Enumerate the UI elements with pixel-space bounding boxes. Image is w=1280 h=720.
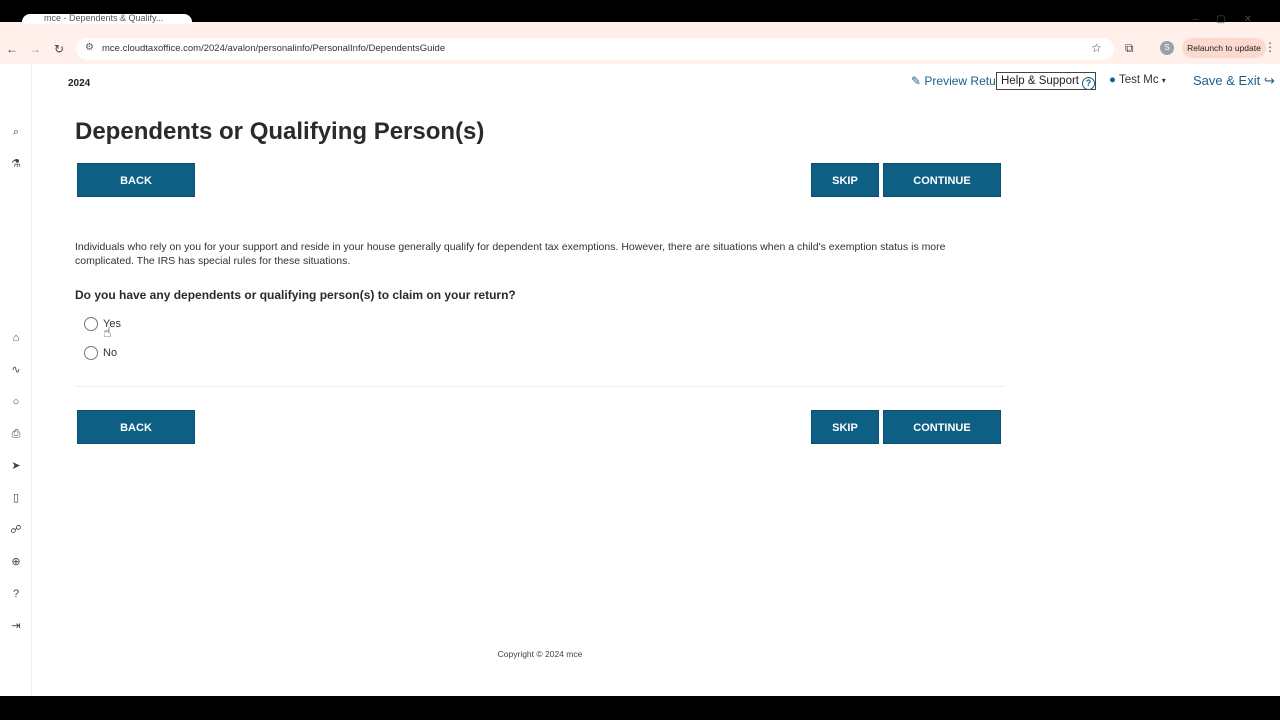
- user-menu[interactable]: ● Test Mc ▾: [1109, 74, 1166, 86]
- document-icon[interactable]: ▯: [8, 490, 24, 506]
- browser-menu-icon[interactable]: ⋮: [1264, 40, 1276, 54]
- skip-button-top[interactable]: SKIP: [811, 163, 879, 197]
- window-controls[interactable]: –▢✕: [1193, 14, 1270, 25]
- site-info-icon[interactable]: ⚙: [85, 42, 94, 53]
- back-arrow-icon[interactable]: ←: [3, 40, 21, 58]
- user-icon: ●: [1109, 74, 1116, 86]
- skip-button-bottom[interactable]: SKIP: [811, 410, 879, 444]
- caret-down-icon: ▾: [1161, 76, 1166, 85]
- section-divider: [75, 386, 1005, 387]
- question-circle-icon: ?: [1082, 77, 1095, 90]
- bank-icon[interactable]: ⌂: [8, 330, 24, 346]
- sitemap-icon[interactable]: ☍: [8, 522, 24, 538]
- hand-cursor-icon: ☝: [103, 324, 112, 340]
- sign-out-icon[interactable]: ⇥: [8, 618, 24, 634]
- back-button-top[interactable]: BACK: [77, 163, 195, 197]
- reload-icon[interactable]: ↻: [50, 40, 68, 58]
- radio-no-label[interactable]: No: [103, 347, 117, 359]
- preview-return-label: Preview Return: [924, 74, 1007, 88]
- user-name: Test Mc: [1118, 74, 1159, 86]
- question-circle-icon[interactable]: ?: [8, 586, 24, 602]
- left-sidebar: ⌕ ⚗ ⌂ ∿ ○ ⎙ ➤ ▯ ☍ ⊕ ? ⇥: [0, 64, 32, 696]
- continue-button-bottom[interactable]: CONTINUE: [883, 410, 1001, 444]
- screen: mce - Dependents & Qualify... –▢✕ ← → ↻ …: [0, 0, 1280, 720]
- bottom-letterbox: [0, 696, 1280, 720]
- paperclip-icon: ✎: [911, 74, 922, 88]
- bookmark-star-icon[interactable]: ☆: [1091, 41, 1102, 55]
- relaunch-button[interactable]: Relaunch to update: [1182, 38, 1266, 58]
- lightbulb-icon[interactable]: ○: [8, 394, 24, 410]
- search-icon[interactable]: ⌕: [8, 124, 24, 140]
- radio-no[interactable]: [84, 346, 98, 360]
- help-support-button[interactable]: Help & Support?: [996, 72, 1096, 90]
- preview-return-link[interactable]: ✎ Preview Return: [911, 74, 1006, 88]
- continue-button-top[interactable]: CONTINUE: [883, 163, 1001, 197]
- extensions-icon[interactable]: ⧉: [1125, 41, 1134, 56]
- plus-circle-icon[interactable]: ⊕: [8, 554, 24, 570]
- printer-icon[interactable]: ⎙: [8, 426, 24, 442]
- page-body: [0, 64, 1280, 696]
- url-text[interactable]: mce.cloudtaxoffice.com/2024/avalon/perso…: [102, 43, 445, 54]
- stethoscope-icon[interactable]: ∿: [8, 362, 24, 378]
- copyright-text: Copyright © 2024 mce: [497, 649, 583, 659]
- top-letterbox: [0, 0, 1280, 22]
- help-support-label: Help & Support: [1001, 75, 1079, 87]
- flask-icon[interactable]: ⚗: [8, 156, 24, 172]
- back-button-bottom[interactable]: BACK: [77, 410, 195, 444]
- save-exit-link[interactable]: Save & Exit ↪: [1193, 73, 1275, 89]
- dependents-question: Do you have any dependents or qualifying…: [75, 288, 516, 302]
- browser-tab-title: mce - Dependents & Qualify...: [44, 13, 164, 23]
- description-text: Individuals who rely on you for your sup…: [75, 241, 946, 267]
- profile-avatar[interactable]: S: [1160, 41, 1174, 55]
- tax-year: 2024: [68, 78, 91, 89]
- paper-plane-icon[interactable]: ➤: [8, 458, 24, 474]
- page-title: Dependents or Qualifying Person(s): [75, 118, 485, 145]
- forward-arrow-icon[interactable]: →: [26, 40, 44, 58]
- radio-yes[interactable]: [84, 317, 98, 331]
- save-exit-label: Save & Exit: [1193, 73, 1261, 88]
- sign-out-icon: ↪: [1263, 73, 1275, 88]
